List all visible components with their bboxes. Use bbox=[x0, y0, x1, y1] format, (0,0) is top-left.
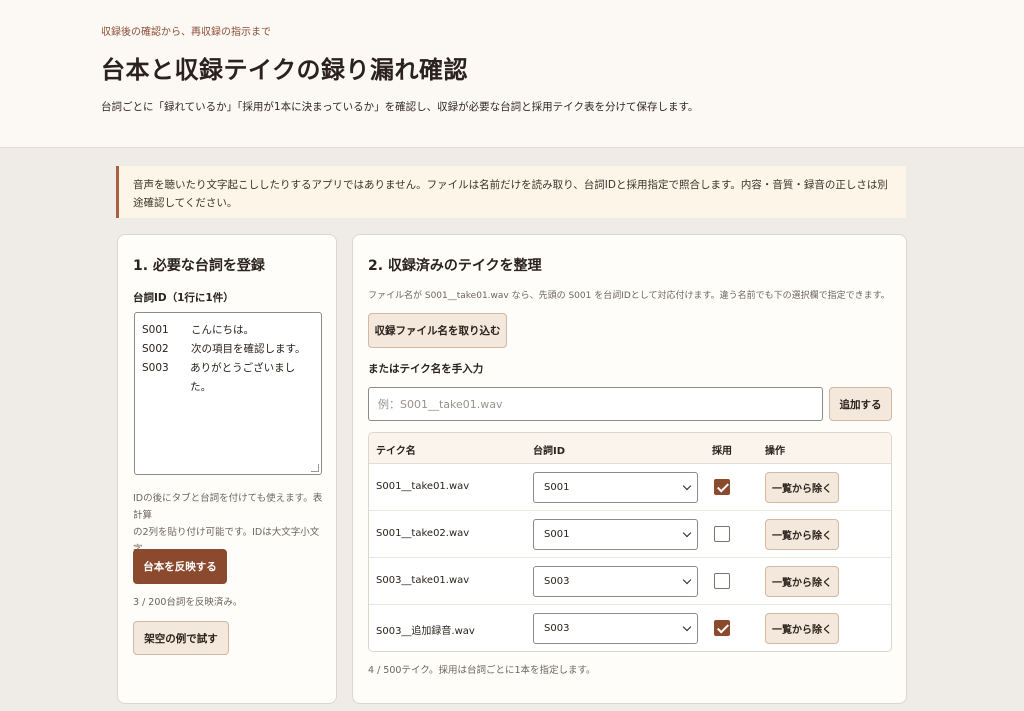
remove-take-button[interactable]: 一覧から除く bbox=[765, 472, 839, 503]
notice-banner: 音声を聴いたり文字起こししたりするアプリではありません。ファイルは名前だけを読み… bbox=[116, 166, 906, 218]
script-field-label: 台詞ID（1行に1件） bbox=[133, 292, 234, 304]
page-title: 台本と収録テイクの録り漏れ確認 bbox=[101, 56, 469, 84]
script-card: 1. 必要な台詞を登録 台詞ID（1行に1件） S001 こんにちは。 S002… bbox=[117, 234, 337, 704]
table-row: S001__take01.wav S001 一覧から除く bbox=[369, 464, 891, 511]
table-row: S003__take01.wav S003 一覧から除く bbox=[369, 558, 891, 605]
add-take-button[interactable]: 追加する bbox=[829, 387, 892, 421]
script-line: S002 次の項目を確認します。 bbox=[142, 343, 306, 355]
apply-script-button[interactable]: 台本を反映する bbox=[133, 549, 227, 584]
remove-take-button[interactable]: 一覧から除く bbox=[765, 566, 839, 597]
page-header: 収録後の確認から、再収録の指示まで 台本と収録テイクの録り漏れ確認 台詞ごとに「… bbox=[0, 0, 1024, 148]
resize-handle-icon[interactable] bbox=[311, 464, 319, 472]
takes-help-text: ファイル名が S001__take01.wav なら、先頭の S001 を台詞I… bbox=[368, 291, 890, 301]
eyebrow-text: 収録後の確認から、再収録の指示まで bbox=[101, 27, 271, 38]
script-textarea[interactable]: S001 こんにちは。 S002 次の項目を確認します。 S003 ありがとうご… bbox=[134, 312, 322, 475]
take-name-input[interactable]: 例：S001__take01.wav bbox=[368, 387, 823, 421]
line-id-select[interactable]: S003 bbox=[533, 566, 698, 597]
script-card-title: 1. 必要な台詞を登録 bbox=[133, 258, 265, 274]
take-name-cell: S003__take01.wav bbox=[376, 575, 470, 586]
take-name-cell: S001__take02.wav bbox=[376, 528, 470, 539]
take-name-cell: S001__take01.wav bbox=[376, 481, 470, 492]
chevron-down-icon bbox=[682, 481, 692, 491]
column-header-adopt: 採用 bbox=[712, 446, 732, 457]
column-header-id: 台詞ID bbox=[533, 446, 566, 457]
takes-status: 4 / 500テイク。採用は台詞ごとに1本を指定します。 bbox=[368, 665, 596, 676]
take-name-cell: S003__追加録音.wav bbox=[376, 626, 475, 637]
table-row: S001__take02.wav S001 一覧から除く bbox=[369, 511, 891, 558]
chevron-down-icon bbox=[682, 575, 692, 585]
manual-entry-label: またはテイク名を手入力 bbox=[368, 363, 484, 375]
script-line: S003 ありがとうございました。 bbox=[142, 362, 296, 393]
chevron-down-icon bbox=[682, 622, 692, 632]
line-id-select[interactable]: S001 bbox=[533, 472, 698, 503]
adopt-checkbox[interactable] bbox=[714, 526, 730, 542]
adopt-checkbox[interactable] bbox=[714, 620, 730, 636]
adopt-checkbox[interactable] bbox=[714, 479, 730, 495]
column-header-take: テイク名 bbox=[376, 446, 416, 457]
takes-table: テイク名 台詞ID 採用 操作 S001__take01.wav S001 一覧… bbox=[368, 432, 892, 652]
takes-card: 2. 収録済みのテイクを整理 ファイル名が S001__take01.wav な… bbox=[352, 234, 907, 704]
import-files-button[interactable]: 収録ファイル名を取り込む bbox=[368, 313, 507, 348]
page-subtitle: 台詞ごとに「録れているか」「採用が1本に決まっているか」を確認し、収録が必要な台… bbox=[101, 101, 699, 113]
column-header-action: 操作 bbox=[765, 446, 785, 457]
remove-take-button[interactable]: 一覧から除く bbox=[765, 613, 839, 644]
take-name-placeholder: 例：S001__take01.wav bbox=[378, 398, 503, 411]
takes-card-title: 2. 収録済みのテイクを整理 bbox=[368, 258, 542, 274]
line-id-select[interactable]: S001 bbox=[533, 519, 698, 550]
line-id-select[interactable]: S003 bbox=[533, 613, 698, 644]
chevron-down-icon bbox=[682, 528, 692, 538]
try-sample-button[interactable]: 架空の例で試す bbox=[133, 621, 229, 655]
script-status: 3 / 200台詞を反映済み。 bbox=[133, 597, 243, 608]
table-header: テイク名 台詞ID 採用 操作 bbox=[369, 433, 891, 464]
remove-take-button[interactable]: 一覧から除く bbox=[765, 519, 839, 550]
script-line: S001 こんにちは。 bbox=[142, 324, 254, 336]
adopt-checkbox[interactable] bbox=[714, 573, 730, 589]
table-row: S003__追加録音.wav S003 一覧から除く bbox=[369, 605, 891, 651]
